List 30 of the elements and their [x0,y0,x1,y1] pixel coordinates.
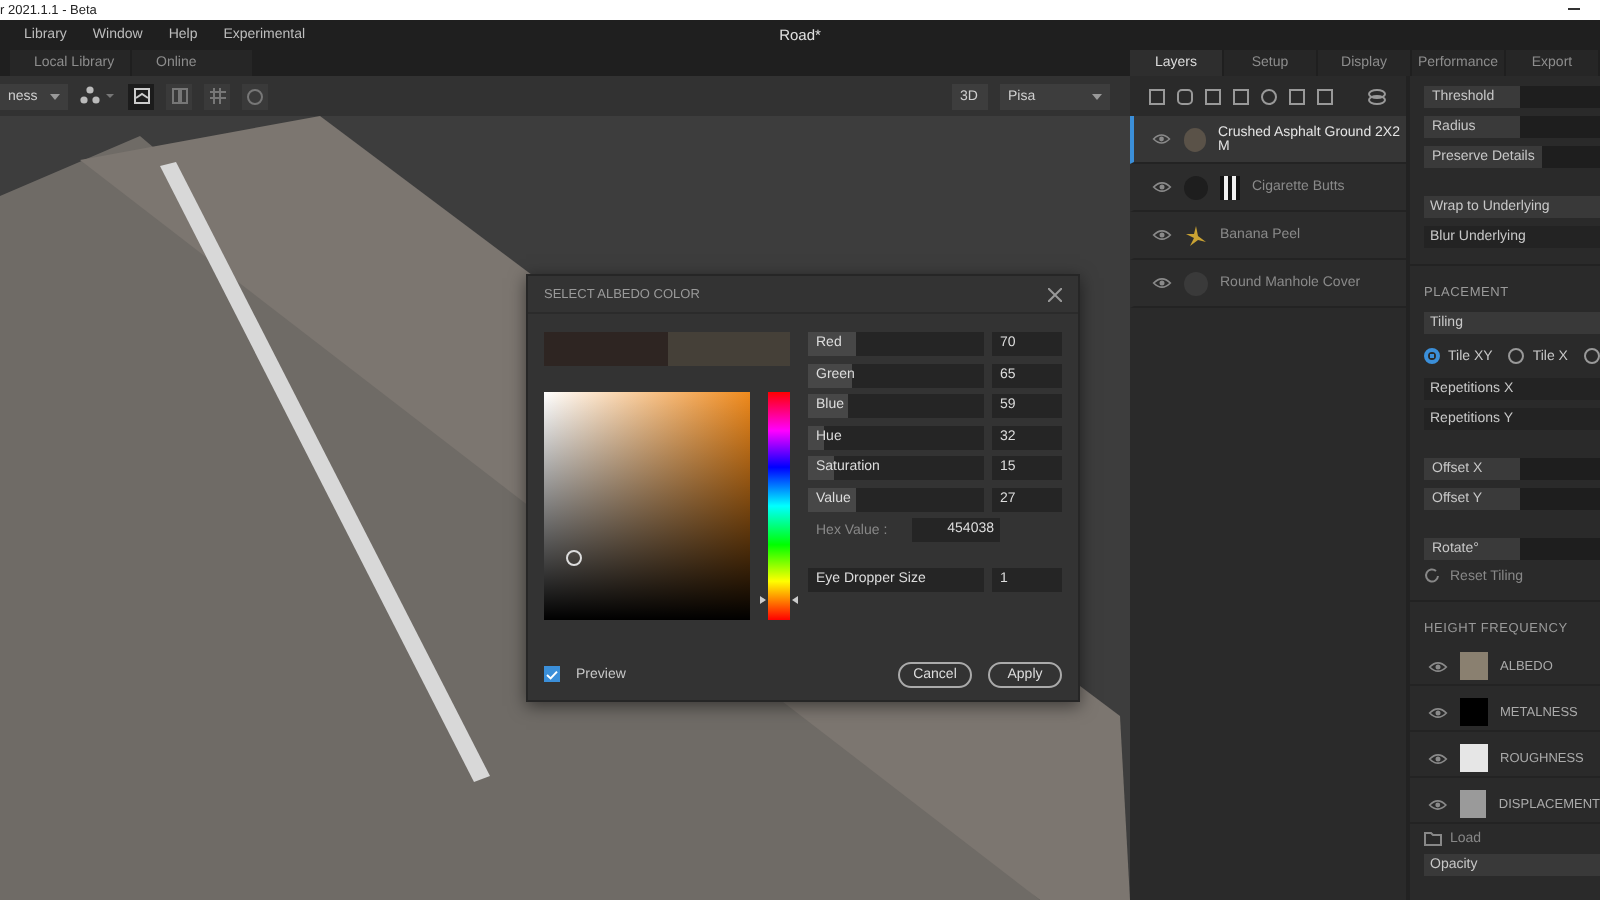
eye-icon[interactable] [1428,751,1448,765]
radio-button[interactable] [1583,348,1600,364]
hue-slider[interactable] [760,392,798,620]
hierarchy-icon[interactable] [80,86,116,106]
close-icon[interactable] [1048,287,1062,301]
square-icon[interactable] [1232,87,1250,105]
split-view-icon[interactable] [166,83,192,109]
layers-icon[interactable] [1368,87,1386,105]
hue-marker[interactable] [760,595,798,604]
color-field[interactable] [544,392,750,620]
eye-icon[interactable] [1152,180,1172,194]
grid-view-icon[interactable] [204,83,230,109]
eye-icon[interactable] [1428,797,1448,811]
mask-thumbnail [1220,175,1240,199]
eye-icon[interactable] [1152,132,1172,146]
circle-icon[interactable] [242,83,268,109]
minimize-icon[interactable] [1568,8,1580,12]
eye-icon[interactable] [1152,276,1172,290]
single-view-icon[interactable] [128,83,154,109]
picker-cursor[interactable] [566,550,583,567]
eye-icon[interactable] [1428,705,1448,719]
preview-checkbox[interactable] [544,666,560,682]
folder-icon[interactable] [1424,832,1442,846]
reset-icon[interactable] [1424,568,1440,584]
eye-icon[interactable] [1428,659,1448,673]
radio-button[interactable] [1508,348,1525,364]
caret-icon [1092,93,1102,99]
eye-icon[interactable] [1152,228,1172,242]
radio-button[interactable] [1424,348,1440,364]
caret-icon [50,93,60,99]
